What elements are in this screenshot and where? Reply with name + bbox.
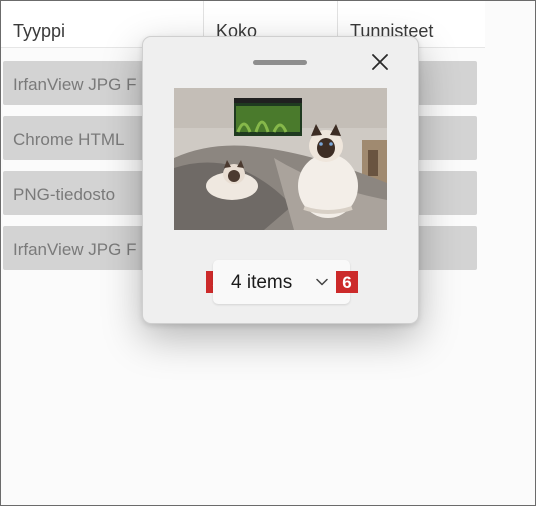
image-preview	[174, 88, 387, 230]
file-type-label: IrfanView JPG F	[13, 75, 137, 94]
drag-preview-popup: 5 4 items 6	[142, 36, 419, 324]
close-icon	[372, 54, 388, 70]
items-count-label: 4 items	[231, 272, 293, 293]
close-button[interactable]	[365, 47, 395, 77]
file-type-label: PNG-tiedosto	[13, 185, 116, 204]
items-dropdown[interactable]: 4 items	[213, 260, 350, 304]
file-type-label: IrfanView JPG F	[13, 240, 137, 259]
chevron-down-icon	[316, 278, 328, 286]
file-explorer-window: Tyyppi Koko Tunnisteet IrfanView JPG F C…	[0, 0, 536, 506]
file-type-label: Chrome HTML	[13, 130, 125, 149]
drag-handle[interactable]	[253, 60, 307, 65]
badge-6: 6	[336, 271, 358, 293]
